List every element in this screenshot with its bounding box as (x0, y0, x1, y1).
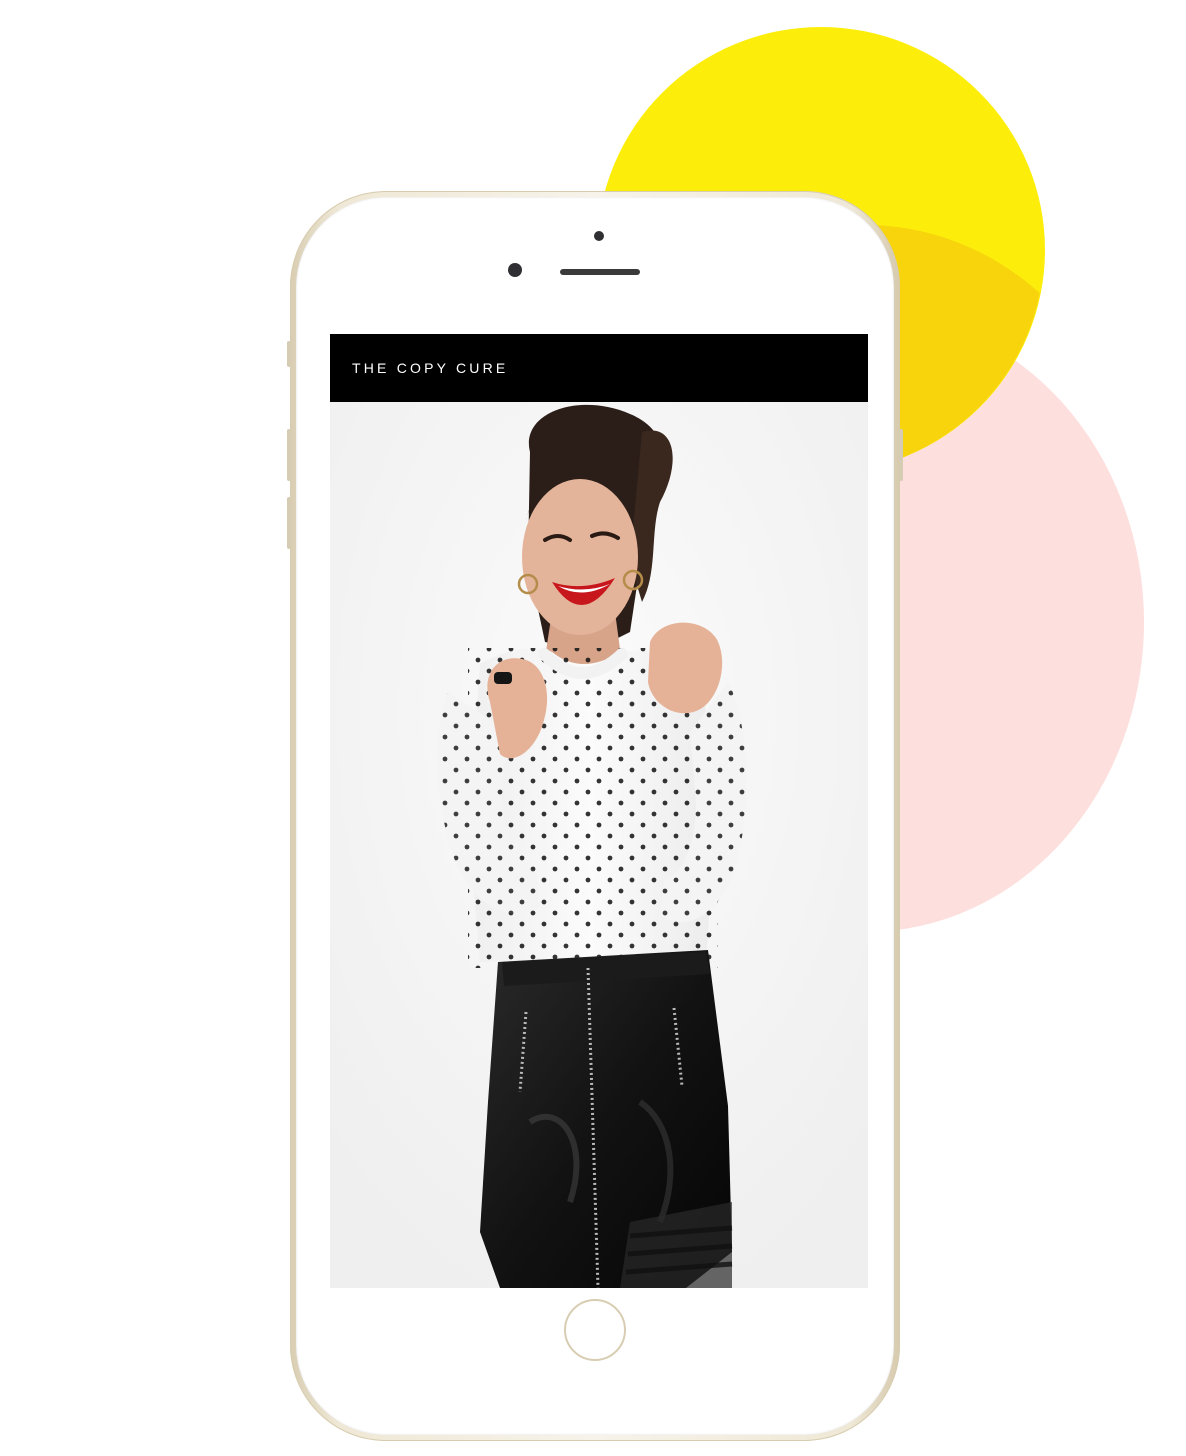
phone-face: THE COPY CURE (296, 197, 894, 1435)
power-button (899, 429, 903, 481)
phone-screen: THE COPY CURE (330, 334, 868, 1288)
app-header: THE COPY CURE (330, 334, 868, 402)
silent-switch (287, 341, 291, 367)
home-button[interactable] (564, 1299, 626, 1361)
front-camera (508, 263, 522, 277)
stage: THE COPY CURE (0, 0, 1186, 1456)
hero-photo (330, 402, 868, 1288)
portrait-illustration (330, 402, 868, 1288)
proximity-sensor (594, 231, 604, 241)
volume-up-button (287, 429, 291, 481)
earpiece-speaker (560, 269, 640, 275)
volume-down-button (287, 497, 291, 549)
brand-title[interactable]: THE COPY CURE (352, 360, 508, 376)
phone-mockup: THE COPY CURE (287, 191, 903, 1441)
